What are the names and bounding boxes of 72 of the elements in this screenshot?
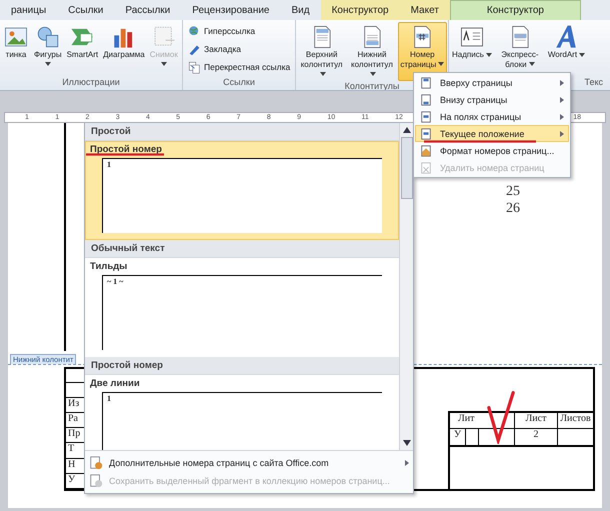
ribbon-button[interactable]: Диаграмма: [101, 22, 147, 77]
ribbon-button[interactable]: Номер страницы: [398, 22, 447, 80]
ribbon-tab[interactable]: Конструктор: [450, 0, 581, 20]
ribbon-tab[interactable]: Вид: [280, 0, 321, 20]
documents-icon: [188, 61, 201, 74]
table-cell: Лист: [515, 413, 558, 429]
globe-icon: [188, 25, 201, 38]
gallery-item[interactable]: Простой номер 1: [85, 141, 399, 240]
submenu-arrow-icon: [560, 80, 564, 86]
table-cell: Лит: [450, 413, 515, 429]
submenu-arrow-icon: [560, 96, 564, 102]
table-cell: Листов: [558, 413, 593, 429]
group-label: Текс: [584, 77, 603, 89]
caret-icon: [528, 62, 535, 66]
menu-item[interactable]: Формат номеров страниц...: [415, 142, 569, 159]
menu-item[interactable]: Текущее положение: [415, 125, 569, 142]
ribbon-button[interactable]: SmartArt: [64, 22, 100, 77]
ribbon-button[interactable]: тинка: [1, 22, 31, 77]
section-header: Обычный текст: [85, 240, 399, 258]
section-header: Простой номер: [85, 357, 399, 375]
caret-icon: [370, 72, 376, 76]
scroll-up-icon[interactable]: [402, 127, 410, 133]
ribbon-tab[interactable]: Ссылки: [57, 0, 114, 20]
ribbon-button[interactable]: Фигуры: [32, 22, 64, 77]
ribbon-button[interactable]: Перекрестная ссылка: [186, 59, 292, 76]
ribbon-tab[interactable]: Конструктор: [320, 0, 400, 20]
caret-icon: [160, 62, 167, 66]
table-cell: У: [450, 429, 466, 447]
table-cell: 2: [515, 429, 558, 447]
menu-item[interactable]: Внизу страницы: [415, 91, 569, 108]
caret-icon: [579, 52, 586, 57]
scrollbar[interactable]: [399, 123, 413, 450]
scroll-thumb[interactable]: [400, 137, 412, 199]
ribbon-button[interactable]: Верхний колонтитул: [297, 22, 346, 80]
menu-item[interactable]: Дополнительные номера страниц с сайта Office.com: [85, 454, 413, 472]
document-icon: [89, 456, 103, 470]
caret-icon: [486, 52, 492, 57]
page-icon: [420, 110, 432, 122]
table-cell: [466, 429, 479, 447]
ribbon-button[interactable]: Надпись: [450, 22, 494, 77]
page-icon: [420, 128, 432, 140]
page-icon: [420, 162, 432, 174]
ribbon-button[interactable]: Нижний колонтитул: [347, 22, 397, 80]
ribbon-tab[interactable]: Рассылки: [114, 0, 182, 20]
ribbon-button[interactable]: Закладка: [186, 41, 292, 58]
bookmark-icon: [188, 43, 201, 56]
group-label: Ссылки: [223, 77, 255, 89]
section-header: Простой: [85, 123, 399, 141]
ribbon-tab[interactable]: Рецензирование: [181, 0, 280, 20]
page-icon: [420, 144, 432, 156]
ribbon-button[interactable]: Гиперссылка: [186, 23, 292, 40]
scroll-down-icon[interactable]: [402, 440, 410, 446]
submenu-arrow-icon: [560, 130, 564, 136]
table-cell: [479, 429, 515, 447]
ribbon-tab[interactable]: Макет: [400, 0, 450, 20]
ribbon-button[interactable]: Экспресс-блоки: [494, 22, 545, 77]
group-label: Колонтитулы: [344, 80, 400, 90]
group-label: Иллюстрации: [62, 77, 120, 89]
caret-icon: [438, 62, 444, 66]
submenu-arrow-icon: [560, 114, 564, 120]
document-icon: [89, 474, 103, 488]
line-number-text: 26: [506, 200, 520, 217]
page-icon: [420, 94, 432, 106]
caret-icon: [44, 62, 51, 66]
ribbon-tab[interactable]: раницы: [0, 0, 58, 20]
annotation-checkmark-drawing: [487, 390, 515, 444]
menu-item[interactable]: На полях страницы: [415, 108, 569, 125]
page-icon: [420, 76, 432, 88]
line-number-text: 25: [506, 183, 520, 200]
submenu-arrow-icon: [405, 460, 409, 466]
ribbon-button[interactable]: WordArt: [546, 22, 588, 77]
caret-icon: [320, 72, 326, 76]
